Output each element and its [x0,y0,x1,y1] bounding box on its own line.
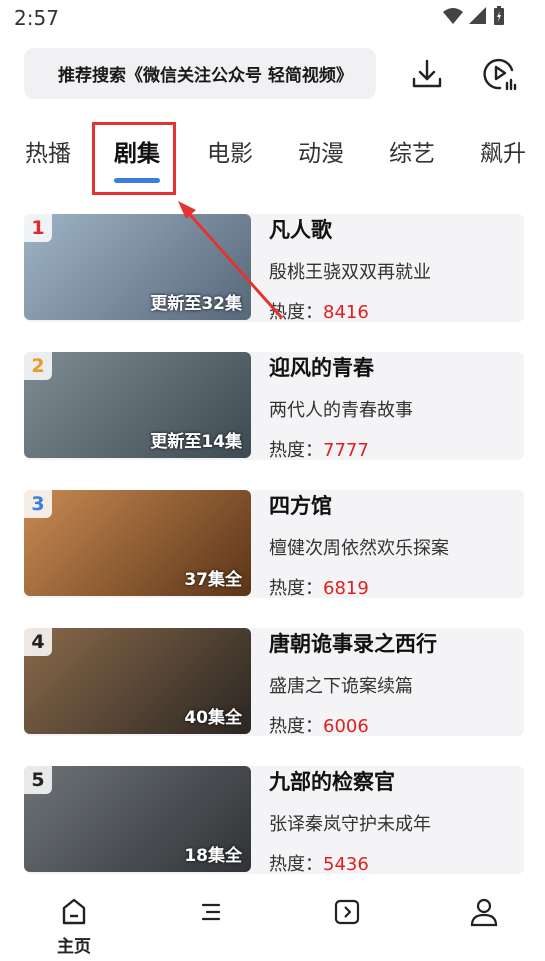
heat-score: 热度：6006 [269,712,369,736]
user-icon [470,898,498,927]
episode-status: 更新至32集 [150,294,242,314]
battery-icon [494,6,504,25]
show-title: 四方馆 [269,494,332,518]
tab-hot[interactable]: 热播 [25,134,71,168]
status-bar: 2:57 [0,0,545,36]
rank-badge: 2 [24,352,52,380]
nav-profile[interactable] [449,896,519,958]
show-title: 迎风的青春 [269,356,374,380]
search-placeholder: 推荐搜索《微信关注公众号 轻简视频》 [58,66,353,86]
home-icon [62,898,86,925]
episode-status: 37集全 [184,570,242,590]
nav-list[interactable] [176,896,246,958]
bottom-navigation: 主页 [0,890,545,961]
play-box-icon [334,899,360,925]
heat-value: 6819 [323,578,369,598]
show-description: 张译秦岚守护未成年 [269,814,431,835]
heat-label: 热度： [269,302,323,322]
signal-icon [469,7,486,24]
tab-anime[interactable]: 动漫 [298,134,344,168]
show-description: 两代人的青春故事 [269,400,413,421]
status-time: 2:57 [14,6,59,30]
status-icons [443,6,505,26]
heat-value: 6006 [323,716,369,736]
list-item[interactable]: 1 更新至32集 凡人歌 殷桃王骁双双再就业 热度：8416 [24,214,524,322]
show-description: 檀健次周依然欢乐探案 [269,538,449,559]
show-title: 凡人歌 [269,218,332,242]
heat-label: 热度： [269,578,323,598]
search-bar[interactable]: 推荐搜索《微信关注公众号 轻简视频》 [24,48,376,99]
heat-label: 热度： [269,854,323,874]
heat-score: 热度：7777 [269,436,369,460]
download-icon [412,59,442,88]
list-item[interactable]: 3 37集全 四方馆 檀健次周依然欢乐探案 热度：6819 [24,490,524,598]
show-description: 殷桃王骁双双再就业 [269,262,431,283]
play-list-icon [483,58,517,91]
show-description: 盛唐之下诡案续篇 [269,676,413,697]
rank-badge: 3 [24,490,52,518]
show-title: 九部的检察官 [269,770,395,794]
list-item[interactable]: 4 40集全 唐朝诡事录之西行 盛唐之下诡案续篇 热度：6006 [24,628,524,736]
nav-home[interactable]: 主页 [39,896,109,958]
heat-value: 5436 [323,854,369,874]
heat-label: 热度： [269,716,323,736]
heat-value: 8416 [323,302,369,322]
annotation-highlight-box [92,122,176,195]
episode-status: 18集全 [184,846,242,866]
list-icon [201,903,221,921]
wifi-icon [443,8,463,24]
show-title: 唐朝诡事录之西行 [269,632,437,656]
play-history-button[interactable] [478,52,522,96]
heat-value: 7777 [323,440,369,460]
tab-rising[interactable]: 飙升 [480,134,526,168]
heat-label: 热度： [269,440,323,460]
nav-play[interactable] [312,896,382,958]
list-item[interactable]: 2 更新至14集 迎风的青春 两代人的青春故事 热度：7777 [24,352,524,460]
download-button[interactable] [405,52,449,96]
episode-status: 更新至14集 [150,432,242,452]
rank-badge: 1 [24,214,52,242]
tab-movies[interactable]: 电影 [207,134,253,168]
heat-score: 热度：6819 [269,574,369,598]
category-tabs: 热播 剧集 电影 动漫 综艺 飙升 [0,128,545,188]
heat-score: 热度：8416 [269,298,369,322]
rank-badge: 5 [24,766,52,794]
nav-home-label: 主页 [57,937,91,957]
rank-badge: 4 [24,628,52,656]
tab-variety[interactable]: 综艺 [389,134,435,168]
heat-score: 热度：5436 [269,850,369,874]
episode-status: 40集全 [184,708,242,728]
list-item[interactable]: 5 18集全 九部的检察官 张译秦岚守护未成年 热度：5436 [24,766,524,874]
